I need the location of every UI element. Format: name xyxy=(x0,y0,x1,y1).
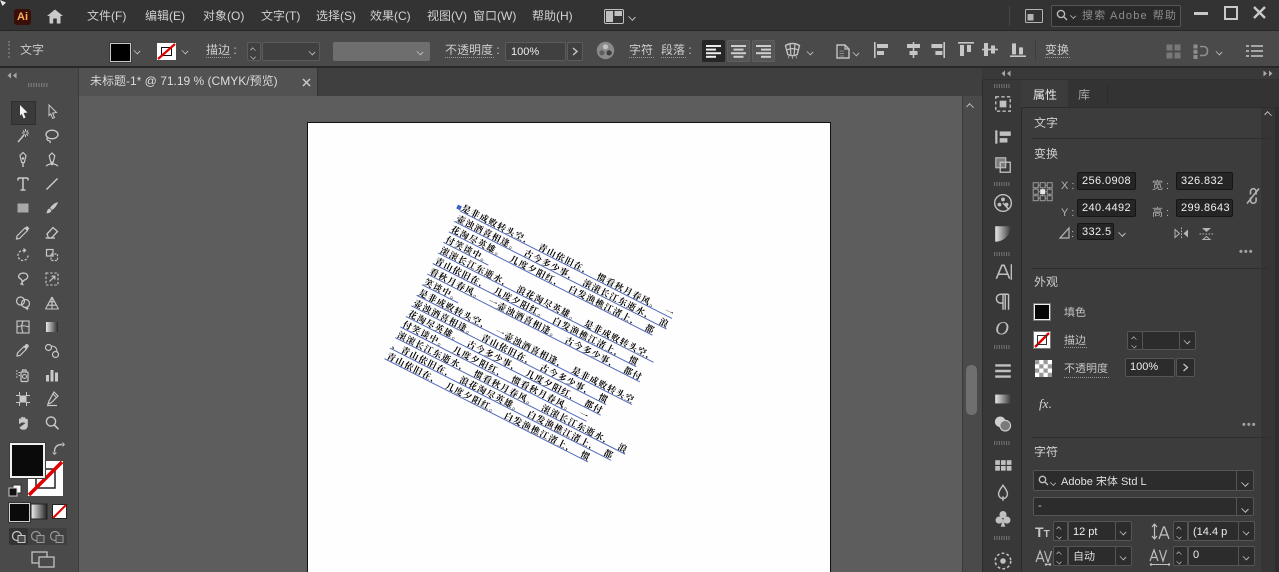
svg-text::: : xyxy=(1163,207,1169,219)
svg-text:(V): (V) xyxy=(451,9,467,23)
svg-text::: : xyxy=(1071,228,1074,240)
svg-text:(S): (S) xyxy=(340,9,356,23)
svg-text:Y :: Y : xyxy=(1061,207,1074,219)
svg-text:(E): (E) xyxy=(169,9,185,23)
svg-text::: : xyxy=(230,43,237,57)
svg-text:Std L: Std L xyxy=(1118,476,1147,488)
svg-text:Adobe: Adobe xyxy=(1061,476,1096,488)
svg-text:(H): (H) xyxy=(556,9,573,23)
svg-text:(F): (F) xyxy=(111,9,126,23)
svg-text::: : xyxy=(685,43,692,57)
svg-text:-1* @ 71.19 % (CMYK/: -1* @ 71.19 % (CMYK/ xyxy=(126,74,250,88)
svg-text:Adobe: Adobe xyxy=(1106,10,1152,22)
svg-text:(C): (C) xyxy=(394,9,411,23)
svg-text:): ) xyxy=(274,74,278,88)
svg-text:(W): (W) xyxy=(497,9,516,23)
svg-text::: : xyxy=(493,43,500,57)
svg-text:(O): (O) xyxy=(227,9,244,23)
svg-text:X :: X : xyxy=(1061,180,1074,192)
svg-text:(T): (T) xyxy=(285,9,300,23)
svg-text::: : xyxy=(1163,180,1169,192)
